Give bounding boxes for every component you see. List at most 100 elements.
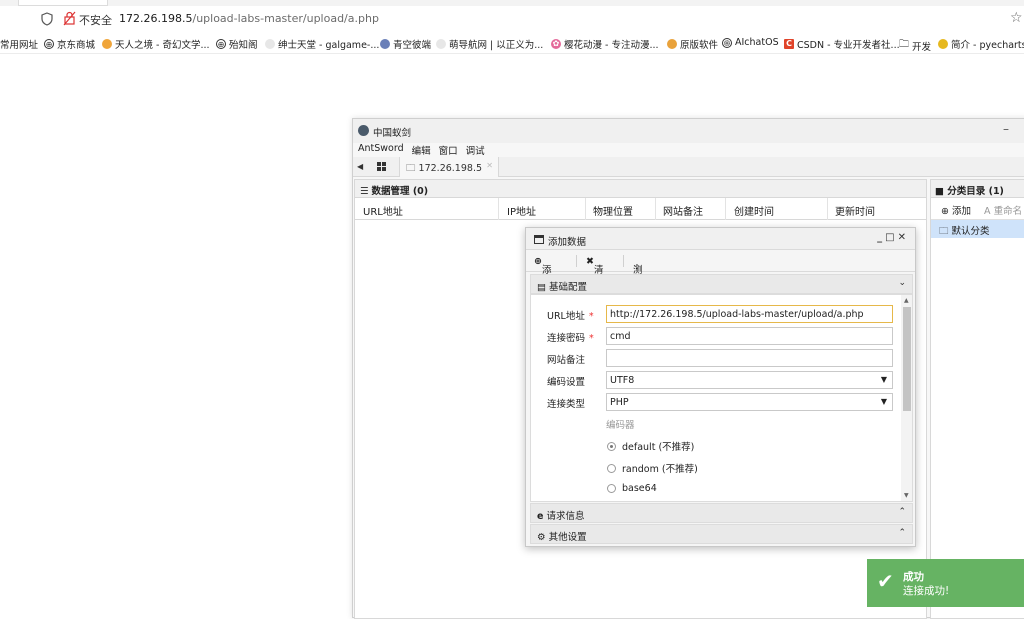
dialog-titlebar[interactable]: 添加数据 _□✕ [526, 228, 915, 250]
bookmark-item[interactable]: 天人之境 - 奇幻文学... [102, 37, 210, 51]
chevron-down-icon[interactable]: ⌄ [898, 278, 906, 288]
bookmark-label: 原版软件 [680, 40, 719, 51]
column-note[interactable]: 网站备注 [663, 203, 703, 218]
star-icon[interactable]: ☆ [1010, 10, 1023, 26]
radio-icon[interactable] [607, 484, 616, 493]
bookmark-item[interactable]: ֍ AIchatOS [722, 37, 779, 48]
bookmark-label: CSDN - 专业开发者社... [797, 40, 900, 51]
bookmark-item[interactable]: 简介 - pyecharts - [938, 37, 1024, 51]
bookmark-label: 天人之境 - 奇幻文学... [115, 40, 210, 51]
bookmark-label: 常用网址 [0, 40, 39, 51]
clear-icon: ✖ [586, 256, 594, 267]
column-updated[interactable]: 更新时间 [835, 203, 875, 218]
category-title: 分类目录 (1) [947, 186, 1004, 197]
insecure-label[interactable]: 不安全 [79, 12, 112, 28]
radio-selected-icon[interactable] [607, 441, 616, 451]
column-created[interactable]: 创建时间 [734, 203, 774, 218]
bookmark-item[interactable]: 🗀 开发 [899, 37, 931, 53]
menu-edit[interactable]: 编辑 [412, 143, 431, 157]
minimize-icon[interactable]: – [1003, 122, 1009, 136]
scrollbar-thumb[interactable] [903, 307, 911, 411]
data-panel-title: 数据管理 (0) [371, 186, 429, 197]
window-title: 中国蚁剑 [373, 128, 412, 139]
bookmark-item[interactable]: 常用网址 [0, 37, 38, 51]
bookmark-item[interactable]: ✿ 樱花动漫 - 专注动漫... [551, 37, 659, 51]
bookmark-item[interactable]: 青空彼端 [380, 37, 431, 51]
site-icon: ֍ [722, 37, 732, 48]
window-titlebar[interactable]: 中国蚁剑 – [353, 119, 1024, 143]
encoder-radio-default[interactable]: default (不推荐) [607, 439, 694, 453]
category-header: ■ 分类目录 (1) [931, 180, 1024, 198]
category-panel: ■ 分类目录 (1) ⊕ 添加 A 重命名 🗀 默认分类 [930, 179, 1024, 619]
scroll-down-icon[interactable]: ▼ [904, 492, 909, 499]
section-other-header[interactable]: ⚙ 其他设置 ⌃ [530, 524, 913, 544]
insecure-lock-icon[interactable] [63, 11, 76, 26]
section-request-header[interactable]: e 请求信息 ⌃ [530, 503, 913, 523]
bookmark-item[interactable]: 绅士天堂 - galgame-... [265, 37, 379, 51]
flower-icon: ✿ [551, 39, 561, 49]
minimize-icon[interactable]: _ [877, 232, 885, 243]
encoding-select[interactable]: UTF8 ▼ [606, 371, 893, 389]
site-icon [436, 39, 446, 49]
gear-icon: ⚙ [537, 532, 546, 543]
radio-icon[interactable] [607, 463, 616, 473]
dialog-title: 添加数据 [548, 237, 587, 248]
bookmark-item[interactable]: 原版软件 [667, 37, 718, 51]
home-grid-icon[interactable] [377, 162, 386, 171]
section-request-label: 请求信息 [546, 511, 585, 522]
chevron-up-icon[interactable]: ⌃ [898, 528, 906, 538]
chevron-down-icon[interactable]: ▼ [878, 374, 890, 386]
menu-window[interactable]: 窗口 [439, 143, 458, 157]
category-item-default[interactable]: 🗀 默认分类 [931, 220, 1024, 238]
bookmark-item[interactable]: ⊕ 殆知阁 [216, 37, 258, 51]
encoder-radio-base64[interactable]: base64 [607, 483, 657, 494]
encoder-label: default (不推荐) [622, 442, 695, 453]
bookmark-label: 绅士天堂 - galgame-... [278, 40, 380, 51]
chevron-down-icon[interactable]: ▼ [878, 396, 890, 408]
encoder-radio-random[interactable]: random (不推荐) [607, 461, 698, 475]
category-rename-button[interactable]: A 重命名 [984, 206, 1022, 217]
close-icon[interactable]: ✕ [898, 232, 909, 243]
url-field[interactable]: http://172.26.198.5/upload-labs-master/u… [606, 305, 893, 323]
bookmark-item[interactable]: C CSDN - 专业开发者社... [784, 37, 900, 51]
toast-message: 连接成功! [903, 585, 950, 597]
category-add-button[interactable]: ⊕ 添加 [941, 206, 971, 217]
add-button[interactable]: ⊕ 添加 [534, 256, 551, 290]
section-other-label: 其他设置 [548, 532, 587, 543]
bookmark-item[interactable]: ⊕ 京东商城 [44, 37, 95, 51]
url-path: /upload-labs-master/upload/a.php [192, 12, 379, 25]
success-toast[interactable]: ✔ 成功 连接成功! [867, 559, 1024, 607]
menu-debug[interactable]: 调试 [466, 143, 485, 157]
tab-shell[interactable]: 🗀 172.26.198.5 ✕ [399, 157, 499, 177]
section-basic-header[interactable]: ▤ 基础配置 ⌄ [530, 274, 913, 294]
note-field[interactable] [606, 349, 893, 367]
category-toolbar: ⊕ 添加 A 重命名 [931, 198, 1024, 220]
close-tab-icon[interactable]: ✕ [486, 161, 493, 170]
globe-icon: ⊕ [44, 39, 54, 49]
type-select[interactable]: PHP ▼ [606, 393, 893, 411]
column-ip[interactable]: IP地址 [507, 203, 536, 218]
chevron-up-icon[interactable]: ⌃ [898, 507, 906, 517]
list-icon: ☰ [360, 186, 369, 197]
folder-icon: 🗀 [406, 163, 416, 174]
url-text[interactable]: 172.26.198.5/upload-labs-master/upload/a… [119, 12, 379, 25]
tab-scroll-left-icon[interactable]: ◀ [357, 162, 363, 171]
clear-button[interactable]: ✖ 清空 [586, 256, 603, 290]
data-panel-header: ☰ 数据管理 (0) [355, 180, 926, 198]
menu-antsword[interactable]: AntSword [358, 143, 404, 157]
site-icon [102, 39, 112, 49]
column-url[interactable]: URL地址 [363, 203, 403, 218]
section-basic-label: 基础配置 [549, 282, 588, 293]
form-scrollbar[interactable]: ▲ ▼ [901, 295, 912, 501]
encoder-label: base64 [622, 483, 657, 494]
window-icon [534, 235, 544, 244]
bookmark-item[interactable]: 萌导航网 | 以正义为... [436, 37, 543, 51]
site-icon [938, 39, 948, 49]
column-location[interactable]: 物理位置 [593, 203, 633, 218]
maximize-icon[interactable]: □ [885, 232, 897, 243]
encoding-label: 编码设置 [547, 377, 586, 388]
shield-icon[interactable] [41, 12, 53, 26]
password-field[interactable]: cmd [606, 327, 893, 345]
address-bar[interactable]: 不安全 172.26.198.5/upload-labs-master/uplo… [0, 6, 1024, 32]
scroll-up-icon[interactable]: ▲ [904, 297, 909, 304]
